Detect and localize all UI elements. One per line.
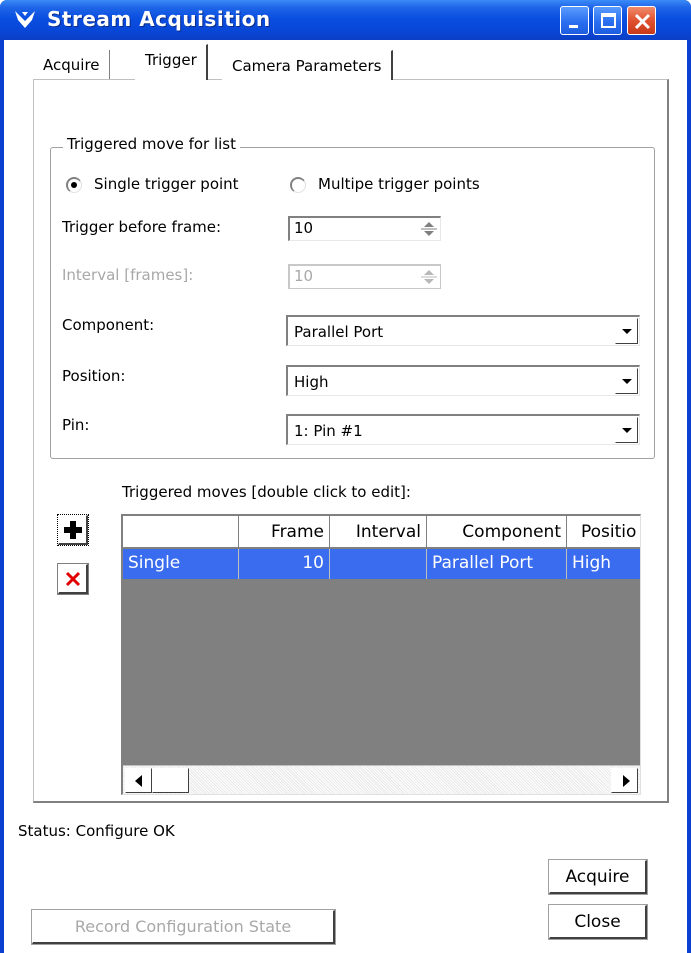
grid-header-corner: [123, 516, 239, 548]
close-icon: [634, 13, 651, 30]
tab-acquire[interactable]: Acquire: [34, 50, 110, 80]
interval-frames-spinner: 10: [288, 264, 441, 289]
status-text: Status: Configure OK: [18, 822, 175, 840]
groupbox-title: Triggered move for list: [63, 135, 241, 153]
spinner-arrows-icon: [421, 270, 437, 284]
column-header-interval[interactable]: Interval: [330, 516, 427, 548]
multiple-trigger-label[interactable]: Multipe trigger points: [318, 175, 480, 193]
delete-move-button[interactable]: [57, 563, 89, 595]
pin-dropdown-button[interactable]: [615, 417, 638, 443]
position-value: High: [294, 373, 329, 391]
scroll-right-button[interactable]: [611, 768, 638, 793]
position-label: Position:: [62, 367, 126, 385]
column-header-position[interactable]: Positio: [567, 516, 640, 548]
plus-icon: [64, 521, 82, 539]
single-trigger-radio[interactable]: [66, 177, 82, 193]
position-combobox[interactable]: High: [286, 365, 640, 396]
arrow-right-icon: [623, 775, 630, 787]
position-dropdown-button[interactable]: [615, 368, 638, 394]
trigger-before-frame-value: 10: [294, 219, 314, 237]
grid-header: Frame Interval Component Positio: [123, 516, 640, 548]
minimize-icon: [569, 25, 578, 28]
triggered-moves-title: Triggered moves [double click to edit]:: [122, 483, 411, 501]
record-configuration-state-button: Record Configuration State: [31, 909, 336, 945]
window-title: Stream Acquisition: [47, 7, 271, 31]
horizontal-scrollbar[interactable]: [123, 765, 640, 794]
pin-combobox[interactable]: 1: Pin #1: [286, 414, 640, 445]
component-combobox[interactable]: Parallel Port: [286, 315, 640, 346]
tab-trigger[interactable]: Trigger: [135, 44, 208, 80]
pin-label: Pin:: [62, 416, 90, 434]
component-label: Component:: [62, 316, 155, 334]
pin-value: 1: Pin #1: [294, 422, 363, 440]
arrow-left-icon: [135, 775, 142, 787]
component-dropdown-button[interactable]: [615, 318, 638, 344]
row-interval-cell[interactable]: [330, 549, 427, 579]
trigger-before-frame-label: Trigger before frame:: [62, 218, 222, 236]
close-button[interactable]: Close: [548, 904, 648, 940]
column-header-frame[interactable]: Frame: [239, 516, 330, 548]
add-move-button[interactable]: [57, 514, 89, 546]
minimize-button[interactable]: [560, 6, 589, 35]
scroll-left-button[interactable]: [125, 768, 152, 793]
chevron-down-icon: [622, 428, 632, 433]
row-type-cell[interactable]: Single: [123, 549, 239, 579]
interval-frames-value: 10: [294, 267, 314, 285]
multiple-trigger-radio[interactable]: [290, 177, 306, 193]
component-value: Parallel Port: [294, 323, 384, 341]
triggered-move-groupbox: [50, 147, 655, 459]
maximize-button[interactable]: [593, 6, 622, 35]
row-component-cell[interactable]: Parallel Port: [427, 549, 567, 579]
column-header-component[interactable]: Component: [427, 516, 567, 548]
tab-camera-parameters[interactable]: Camera Parameters: [222, 50, 393, 80]
close-window-button[interactable]: [627, 6, 656, 35]
chevron-down-icon: [622, 329, 632, 334]
chevron-down-icon: [622, 379, 632, 384]
acquire-button[interactable]: Acquire: [548, 859, 648, 895]
scrollbar-thumb[interactable]: [152, 768, 189, 793]
row-position-cell[interactable]: High: [567, 549, 640, 579]
delete-x-icon: [65, 571, 81, 587]
triggered-moves-grid[interactable]: Frame Interval Component Positio Single …: [121, 514, 641, 795]
row-frame-cell[interactable]: 10: [239, 549, 330, 579]
maximize-icon: [601, 13, 616, 28]
title-bar[interactable]: Stream Acquisition: [0, 0, 691, 40]
app-logo-icon: [15, 11, 35, 28]
interval-frames-label: Interval [frames]:: [62, 266, 194, 284]
spinner-arrows-icon[interactable]: [420, 219, 438, 239]
single-trigger-label[interactable]: Single trigger point: [94, 175, 239, 193]
trigger-before-frame-spinner[interactable]: 10: [288, 216, 441, 241]
radio-selected-dot: [71, 182, 77, 188]
table-row[interactable]: Single 10 Parallel Port High: [123, 549, 640, 579]
